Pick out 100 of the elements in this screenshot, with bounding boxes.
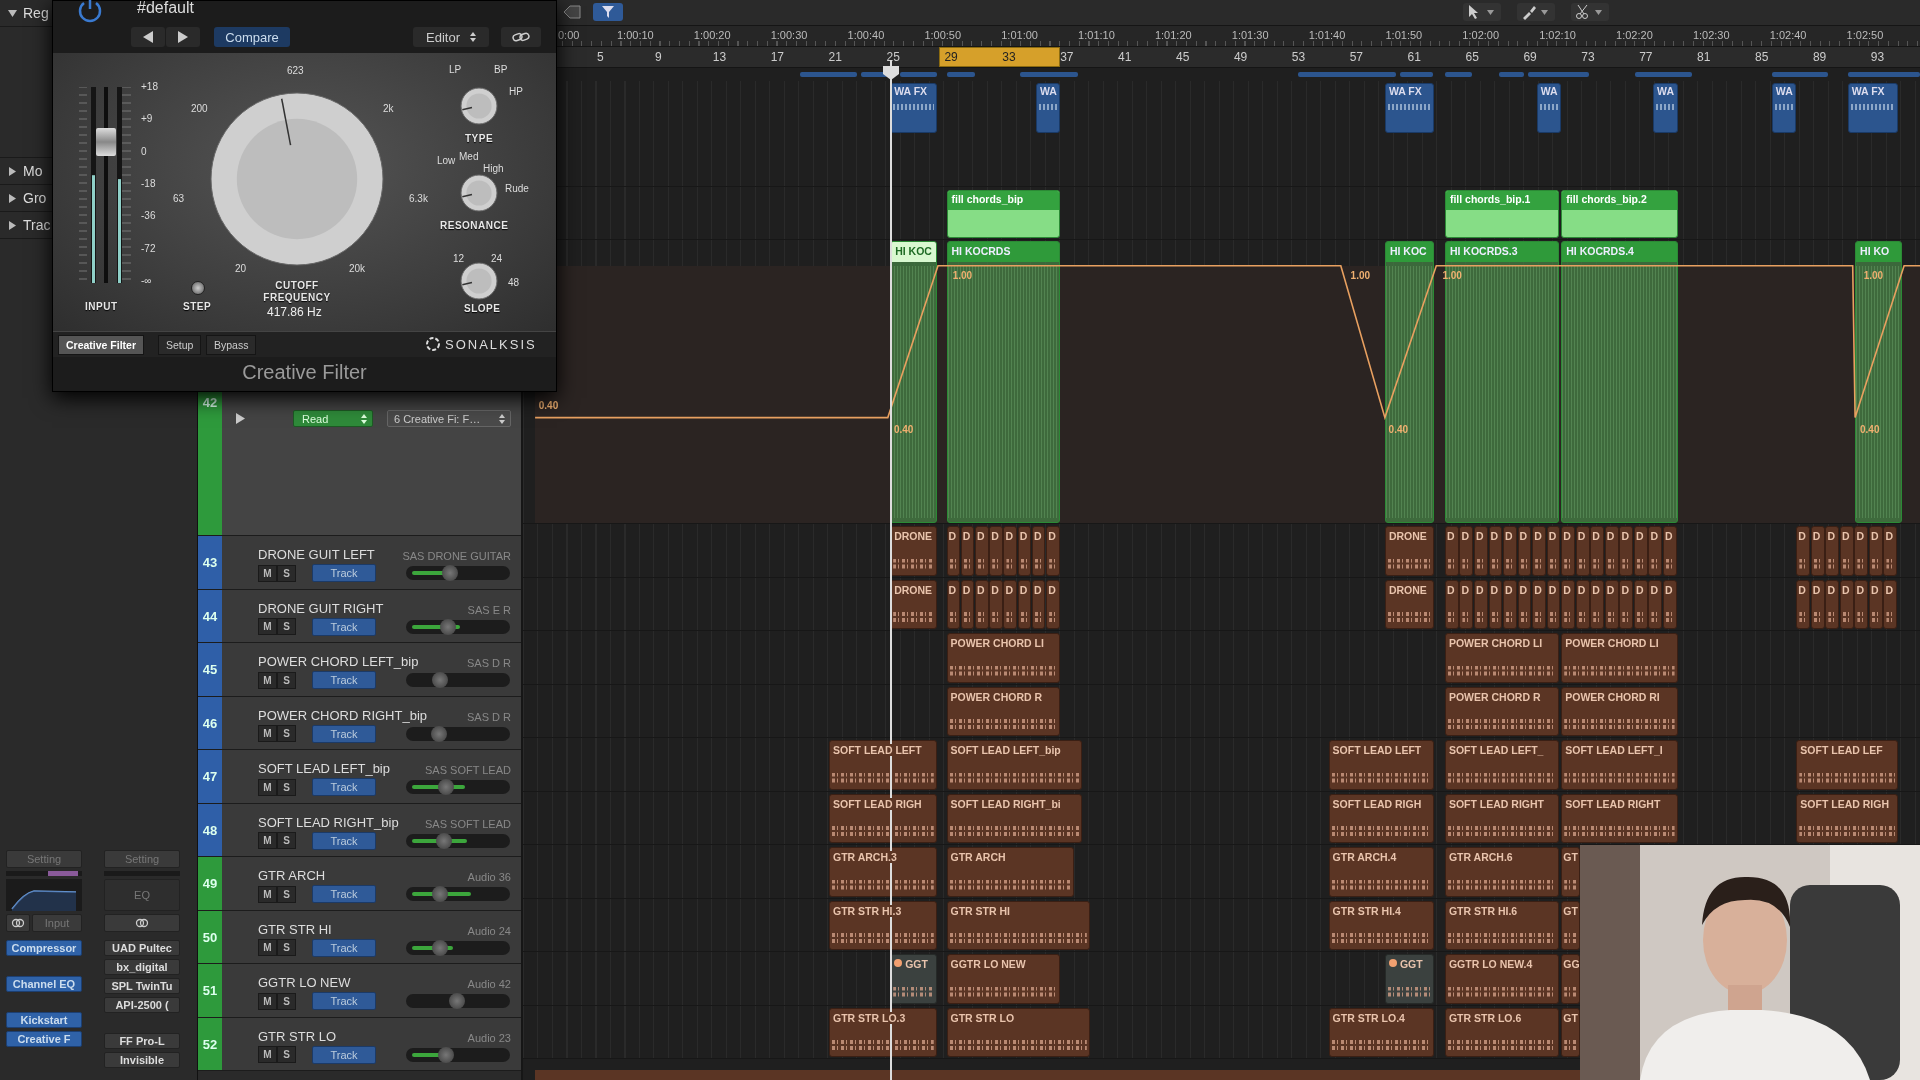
- plugin-slot[interactable]: Invisible: [104, 1052, 180, 1068]
- audio-region[interactable]: D: [1444, 526, 1459, 576]
- audio-region[interactable]: D: [1796, 526, 1811, 576]
- plugin-tab[interactable]: Setup: [158, 335, 202, 355]
- audio-region[interactable]: SOFT LEAD LEFT_I: [1561, 740, 1678, 790]
- audio-region[interactable]: fill chords_bip.2: [1561, 190, 1678, 238]
- audio-region[interactable]: D: [1663, 526, 1677, 576]
- audio-region[interactable]: SOFT LEAD LEF: [1796, 740, 1898, 790]
- editor-dropdown[interactable]: Editor: [413, 27, 489, 47]
- audio-region[interactable]: GTR STR HI: [946, 900, 1090, 950]
- audio-region[interactable]: GTR STR LO.4: [1328, 1007, 1434, 1057]
- slider-thumb[interactable]: [432, 672, 449, 688]
- cycle-range[interactable]: [938, 47, 1061, 67]
- volume-slider[interactable]: [406, 940, 510, 955]
- eq-curve-thumbnail[interactable]: [6, 879, 82, 911]
- automation-mode-dropdown[interactable]: Read: [293, 410, 373, 427]
- automation-line[interactable]: [534, 264, 1920, 421]
- audio-region[interactable]: D: [1474, 579, 1488, 629]
- audio-region[interactable]: SOFT LEAD RIGHT: [1561, 793, 1678, 843]
- audio-region[interactable]: SOFT LEAD LEFT: [829, 740, 937, 790]
- audio-region[interactable]: GTR STR HI.4: [1328, 900, 1434, 950]
- audio-region[interactable]: WA FX: [1847, 83, 1898, 133]
- audio-region[interactable]: D: [1046, 579, 1060, 629]
- slider-thumb[interactable]: [439, 618, 456, 635]
- audio-region[interactable]: POWER CHORD LI: [946, 633, 1061, 683]
- solo-button[interactable]: S: [277, 618, 296, 635]
- slider-thumb[interactable]: [436, 832, 453, 849]
- track-button[interactable]: Track: [312, 938, 376, 957]
- audio-region[interactable]: D: [1003, 526, 1017, 576]
- audio-region[interactable]: D: [975, 579, 989, 629]
- plugin-slot[interactable]: Creative F: [6, 1031, 82, 1047]
- rotary-knob[interactable]: [459, 173, 499, 213]
- audio-region[interactable]: POWER CHORD LI: [1444, 633, 1559, 683]
- parameter-dropdown[interactable]: 6 Creative Fi: F…: [387, 410, 511, 427]
- solo-button[interactable]: S: [277, 778, 296, 796]
- sidebar-section[interactable]: Gro: [23, 190, 47, 206]
- audio-region[interactable]: D: [1839, 526, 1854, 576]
- mute-button[interactable]: M: [258, 778, 277, 796]
- plugin-slot[interactable]: bx_digital: [104, 959, 180, 975]
- audio-region[interactable]: D: [1648, 526, 1663, 576]
- audio-region[interactable]: DRONE: [1384, 526, 1434, 576]
- audio-region[interactable]: WA: [1653, 83, 1678, 133]
- sidebar-section[interactable]: Trac: [23, 217, 51, 233]
- audio-region[interactable]: D: [1810, 526, 1825, 576]
- audio-region[interactable]: D: [1663, 579, 1677, 629]
- tool-menu[interactable]: [1517, 3, 1556, 21]
- audio-region[interactable]: fill chords_bip: [946, 190, 1061, 238]
- mute-button[interactable]: M: [258, 564, 277, 582]
- audio-region[interactable]: D: [1031, 526, 1046, 576]
- next-button[interactable]: [166, 27, 200, 47]
- audio-region[interactable]: D: [1459, 526, 1474, 576]
- audio-region[interactable]: D: [1575, 579, 1590, 629]
- audio-region[interactable]: GTR ARCH.6: [1444, 847, 1559, 897]
- audio-region[interactable]: D: [1444, 579, 1459, 629]
- audio-region[interactable]: POWER CHORD RI: [1561, 686, 1678, 736]
- mute-button[interactable]: M: [258, 725, 277, 742]
- audio-region[interactable]: D: [989, 579, 1003, 629]
- slider-thumb[interactable]: [437, 779, 454, 795]
- audio-region[interactable]: POWER CHORD R: [946, 686, 1061, 736]
- tool-menu[interactable]: [1463, 3, 1502, 21]
- sidebar-section[interactable]: Mo: [23, 163, 43, 179]
- volume-slider[interactable]: [406, 833, 510, 848]
- audio-region[interactable]: SOFT LEAD RIGH: [829, 793, 937, 843]
- audio-region[interactable]: D: [1503, 579, 1517, 629]
- audio-region[interactable]: D: [989, 526, 1003, 576]
- audio-region[interactable]: fill chords_bip.1: [1444, 190, 1559, 238]
- audio-region[interactable]: GT: [1561, 900, 1580, 950]
- audio-region[interactable]: D: [1488, 579, 1503, 629]
- audio-region[interactable]: D: [1003, 579, 1017, 629]
- audio-region[interactable]: D: [1546, 579, 1561, 629]
- solo-button[interactable]: S: [277, 1046, 296, 1063]
- plugin-tab[interactable]: Bypass: [206, 335, 257, 355]
- audio-region[interactable]: GTR STR LO: [946, 1007, 1090, 1057]
- audio-region[interactable]: GTR STR LO.6: [1444, 1007, 1559, 1057]
- slider-thumb[interactable]: [448, 993, 465, 1009]
- track-button[interactable]: Track: [312, 778, 376, 796]
- volume-slider[interactable]: [406, 726, 510, 741]
- rotary-knob[interactable]: [459, 86, 499, 126]
- audio-region[interactable]: WA: [1035, 83, 1061, 133]
- audio-region[interactable]: D: [1488, 526, 1503, 576]
- volume-slider[interactable]: [406, 619, 510, 634]
- solo-button[interactable]: S: [277, 564, 296, 582]
- audio-region[interactable]: DRONE: [1384, 579, 1434, 629]
- audio-region[interactable]: D: [1474, 526, 1488, 576]
- audio-region[interactable]: D: [1575, 526, 1590, 576]
- audio-region[interactable]: D: [1825, 579, 1840, 629]
- audio-region[interactable]: D: [1459, 579, 1474, 629]
- plugin-slot[interactable]: Compressor: [6, 940, 82, 956]
- audio-region[interactable]: D: [960, 579, 975, 629]
- sidebar-section[interactable]: Reg: [23, 5, 49, 21]
- audio-region[interactable]: D: [1825, 526, 1840, 576]
- track-button[interactable]: Track: [312, 992, 376, 1010]
- audio-region[interactable]: WA: [1771, 83, 1797, 133]
- audio-region[interactable]: D: [1561, 579, 1576, 629]
- slider-thumb[interactable]: [432, 886, 449, 902]
- audio-region[interactable]: WA: [1536, 83, 1562, 133]
- volume-slider[interactable]: [406, 887, 510, 901]
- solo-button[interactable]: S: [277, 671, 296, 689]
- audio-region[interactable]: WA FX: [1384, 83, 1434, 133]
- mute-button[interactable]: M: [258, 671, 277, 689]
